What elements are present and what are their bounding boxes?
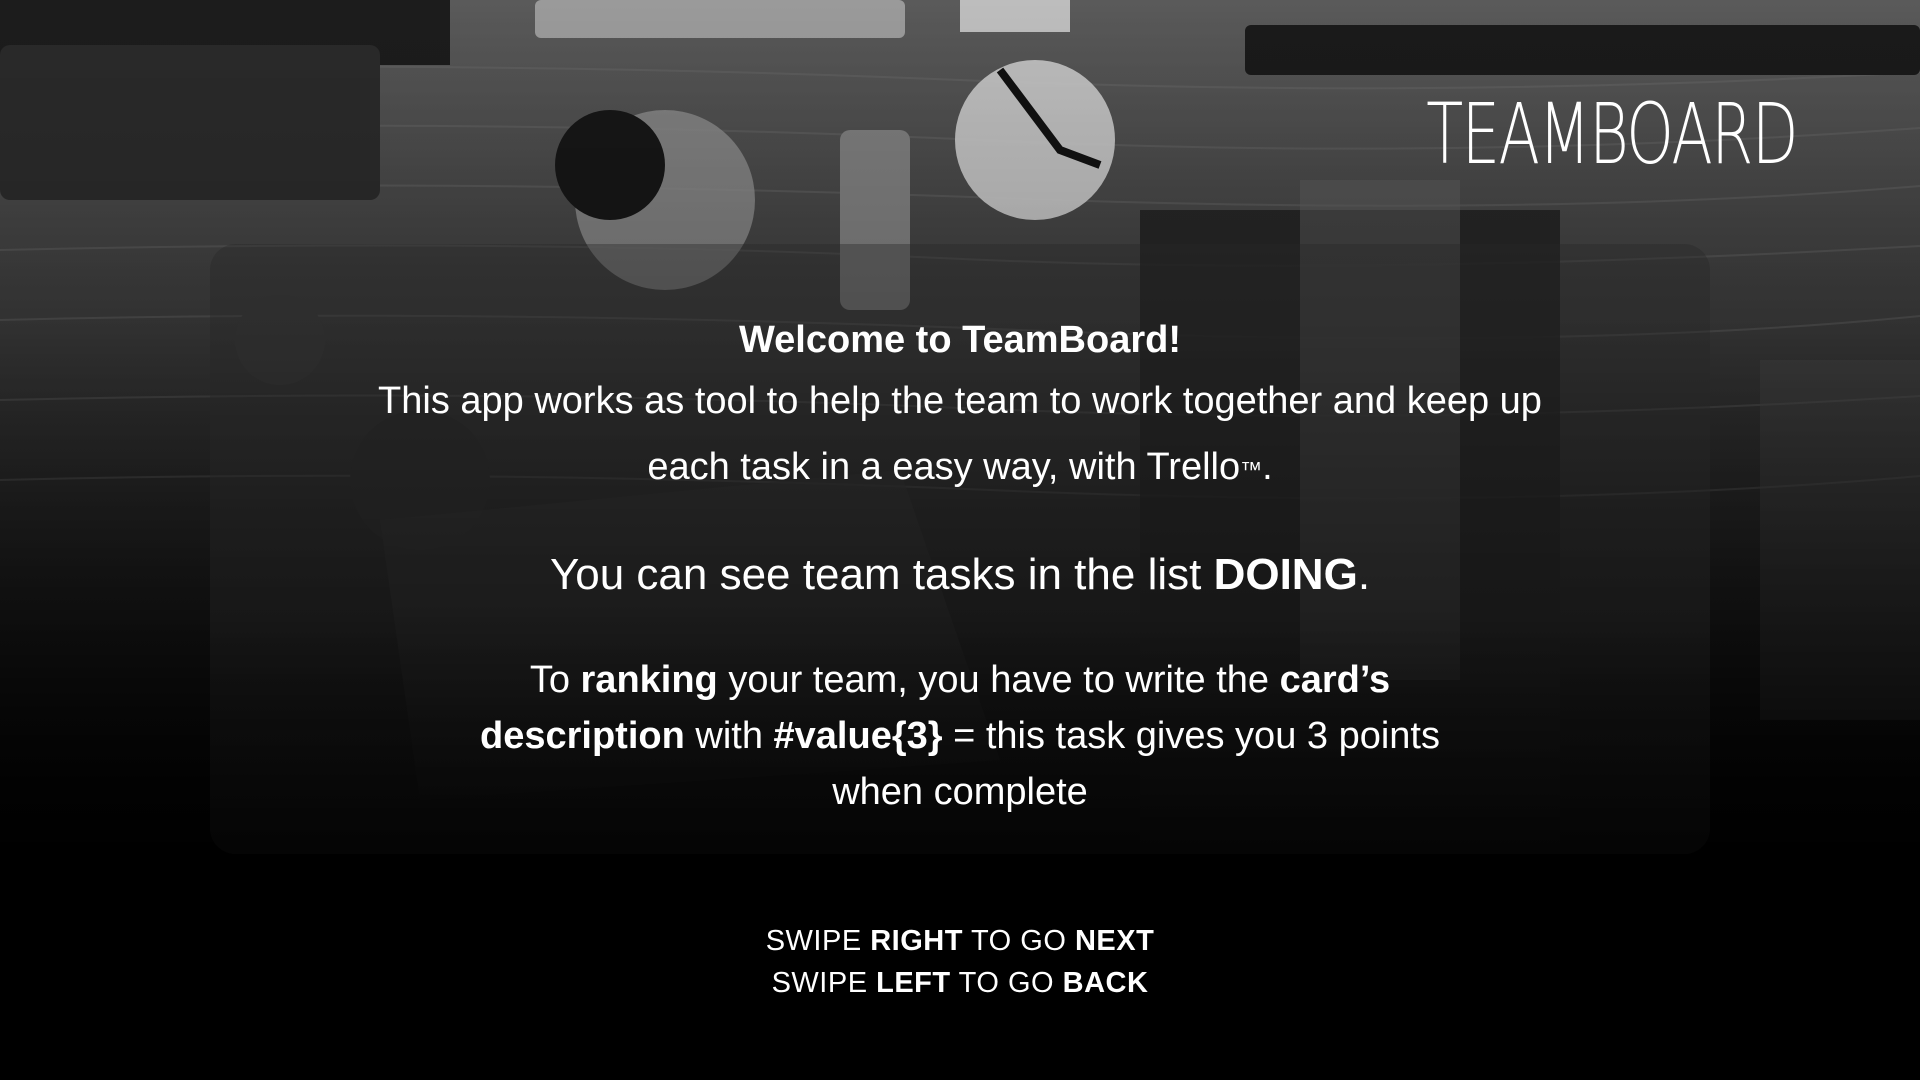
ranking-text-2: your team, you have to write the — [717, 659, 1280, 701]
intro-period: . — [1262, 446, 1273, 488]
intro-text: This app works as tool to help the team … — [300, 368, 1620, 503]
swipe-word: SWIPE — [771, 967, 877, 999]
ranking-note: To ranking your team, you have to write … — [470, 652, 1450, 820]
next-word: NEXT — [1074, 925, 1155, 957]
swipe-back-hint: SWIPE LEFT TO GO BACK — [0, 962, 1920, 1004]
intro-line-1: This app works as tool to help the team … — [378, 380, 1542, 422]
trademark-symbol: ™ — [1240, 457, 1263, 482]
intro-line-2: each task in a easy way, with Trello — [647, 446, 1241, 488]
onboarding-screen[interactable]: TEAMBOARD Welcome to TeamBoard! This app… — [0, 0, 1920, 1080]
doing-note-suffix: . — [1357, 550, 1371, 599]
ranking-text-1: To — [529, 659, 581, 701]
swipe-left-word: LEFT — [876, 967, 951, 999]
swipe-next-hint: SWIPE RIGHT TO GO NEXT — [0, 920, 1920, 962]
swipe-word: SWIPE — [765, 925, 871, 957]
welcome-title: Welcome to TeamBoard! — [738, 319, 1181, 361]
value-tag-example: #value{3} — [773, 715, 943, 757]
back-word: BACK — [1062, 967, 1149, 999]
doing-note-prefix: You can see team tasks in the list — [549, 550, 1214, 599]
teamboard-logo: TEAMBOARD — [1426, 85, 1798, 183]
swipe-right-word: RIGHT — [870, 925, 963, 957]
ranking-text-3: with — [684, 715, 774, 757]
to-go-text: TO GO — [962, 925, 1075, 957]
doing-note: You can see team tasks in the list DOING… — [210, 546, 1710, 604]
doing-list-name: DOING — [1213, 550, 1358, 599]
to-go-text: TO GO — [950, 967, 1063, 999]
ranking-keyword: ranking — [580, 659, 718, 701]
